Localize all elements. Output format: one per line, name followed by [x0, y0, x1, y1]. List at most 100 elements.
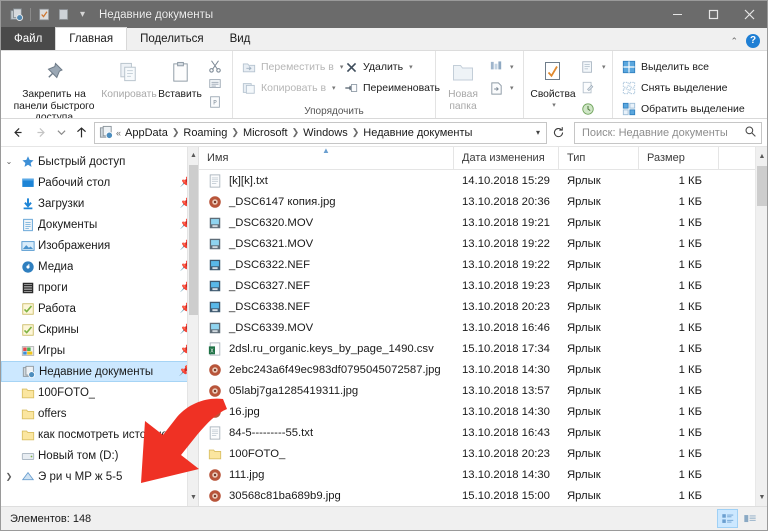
table-row[interactable]: _DSC6320.MOV 13.10.2018 19:21 Ярлык 1 КБ: [199, 212, 767, 233]
back-button[interactable]: [6, 122, 28, 144]
cell-name[interactable]: _DSC6327.NEF: [199, 278, 454, 294]
column-header-date[interactable]: Дата изменения: [454, 147, 559, 169]
sidebar-item-history-folder[interactable]: как посмотреть историю на: [1, 424, 198, 445]
tab-share[interactable]: Поделиться: [127, 27, 217, 50]
cut-button[interactable]: [204, 57, 226, 74]
chevron-down-icon[interactable]: ▼: [188, 489, 198, 506]
breadcrumb-item-windows[interactable]: Windows: [300, 127, 351, 139]
tiles-view-button[interactable]: [739, 509, 760, 528]
column-header-type[interactable]: Тип: [559, 147, 639, 169]
sidebar-item-downloads[interactable]: Загрузки 📌: [1, 193, 198, 214]
pin-to-quick-access-button[interactable]: Закрепить на панели быстрого доступа: [6, 55, 102, 118]
edit-button[interactable]: [577, 78, 607, 98]
sidebar-item-quick-access[interactable]: ⌄ Быстрый доступ: [1, 151, 198, 172]
sidebar-item-pictures[interactable]: Изображения 📌: [1, 235, 198, 256]
column-header-size[interactable]: Размер: [639, 147, 719, 169]
chevron-right-icon[interactable]: ❯: [230, 127, 240, 138]
cell-name[interactable]: 111.jpg: [199, 467, 454, 483]
table-row[interactable]: _DSC6147 копия.jpg 13.10.2018 20:36 Ярлык 1…: [199, 191, 767, 212]
copy-path-button[interactable]: [204, 75, 226, 92]
minimize-button[interactable]: [659, 1, 695, 28]
refresh-button[interactable]: [549, 126, 568, 139]
sidebar-item-new-volume-d[interactable]: Новый том (D:): [1, 445, 198, 466]
cell-name[interactable]: [k][k].txt: [199, 173, 454, 189]
list-scrollbar[interactable]: ▲ ▼: [755, 147, 767, 506]
chevron-right-icon[interactable]: ❯: [1, 472, 17, 481]
column-header-name[interactable]: ▲ Имя: [199, 147, 454, 169]
search-icon[interactable]: [744, 125, 757, 141]
move-to-button[interactable]: Переместить в ▾: [238, 57, 343, 77]
table-row[interactable]: 111.jpg 13.10.2018 14:30 Ярлык 1 КБ: [199, 464, 767, 485]
chevron-down-icon[interactable]: ▼: [756, 488, 767, 506]
cell-name[interactable]: 100FOTO_: [199, 446, 454, 462]
help-icon[interactable]: ?: [746, 34, 760, 48]
forward-button[interactable]: [30, 122, 52, 144]
breadcrumb[interactable]: « AppData ❯ Roaming ❯ Microsoft ❯ Window…: [94, 121, 547, 144]
table-row[interactable]: 84-5---------55.txt 13.10.2018 16:43 Ярлык…: [199, 422, 767, 443]
sidebar-item-rabota[interactable]: Работа 📌: [1, 298, 198, 319]
cell-name[interactable]: _DSC6322.NEF: [199, 257, 454, 273]
table-row[interactable]: _DSC6338.NEF 13.10.2018 20:23 Ярлык 1 КБ: [199, 296, 767, 317]
copy-to-button[interactable]: Копировать в ▾: [238, 78, 336, 98]
table-row[interactable]: _DSC6322.NEF 13.10.2018 19:22 Ярлык 1 КБ: [199, 254, 767, 275]
properties-button[interactable]: Свойства ▾: [529, 55, 577, 111]
tab-view[interactable]: Вид: [217, 27, 264, 50]
sidebar-item-onedrive[interactable]: ❯ Э ри ч MP ж 5-5: [1, 466, 198, 487]
cell-name[interactable]: 30568c81ba689b9.jpg: [199, 488, 454, 504]
cell-name[interactable]: _DSC6338.NEF: [199, 299, 454, 315]
folder-icon[interactable]: [55, 6, 72, 23]
paste-button[interactable]: Вставить: [156, 55, 204, 103]
history-button[interactable]: [577, 99, 607, 118]
chevron-right-icon[interactable]: ❯: [171, 127, 181, 138]
cell-name[interactable]: _DSC6147 копия.jpg: [199, 194, 454, 210]
cell-name[interactable]: 2ebc243a6f49ec983df0795045072587.jpg: [199, 362, 454, 378]
close-button[interactable]: [731, 1, 767, 28]
open-button[interactable]: ▾: [577, 57, 607, 77]
breadcrumb-item-appdata[interactable]: AppData: [122, 127, 171, 139]
tab-file[interactable]: Файл: [1, 27, 56, 50]
table-row[interactable]: _DSC6327.NEF 13.10.2018 19:23 Ярлык 1 КБ: [199, 275, 767, 296]
search-box[interactable]: Поиск: Недавние документы: [574, 121, 762, 144]
table-row[interactable]: 2ebc243a6f49ec983df0795045072587.jpg 13.1…: [199, 359, 767, 380]
easy-access-button[interactable]: ▾: [485, 78, 519, 98]
copy-button[interactable]: Копировать: [101, 55, 157, 103]
up-button[interactable]: [70, 122, 92, 144]
breadcrumb-item-recent-docs[interactable]: Недавние документы: [360, 127, 475, 139]
nav-scrollbar[interactable]: ▲ ▼: [187, 147, 198, 506]
sidebar-item-desktop[interactable]: Рабочий стол 📌: [1, 172, 198, 193]
select-all-button[interactable]: Выделить все: [618, 57, 758, 77]
sidebar-item-screens[interactable]: Скрины 📌: [1, 319, 198, 340]
invert-selection-button[interactable]: Обратить выделение: [618, 99, 758, 118]
table-row[interactable]: _DSC6321.MOV 13.10.2018 19:22 Ярлык 1 КБ: [199, 233, 767, 254]
new-item-button[interactable]: ▾: [485, 57, 519, 77]
table-row[interactable]: 30568c81ba689b9.jpg 15.10.2018 15:00 Ярлык…: [199, 485, 767, 506]
chevron-down-icon[interactable]: ⌄: [1, 157, 17, 166]
cell-name[interactable]: 84-5---------55.txt: [199, 425, 454, 441]
rename-button[interactable]: Переименовать: [340, 78, 440, 98]
maximize-button[interactable]: [695, 1, 731, 28]
sidebar-item-recent-documents[interactable]: Недавние документы 📌: [1, 361, 198, 382]
chevron-right-icon[interactable]: ❯: [351, 127, 361, 138]
tab-home[interactable]: Главная: [55, 27, 128, 50]
cell-name[interactable]: 05labj7ga1285419311.jpg: [199, 383, 454, 399]
recent-locations-button[interactable]: [54, 122, 68, 144]
table-row[interactable]: 16.jpg 13.10.2018 14:30 Ярлык 1 КБ: [199, 401, 767, 422]
new-folder-button[interactable]: Новая папка: [441, 55, 485, 114]
search-input[interactable]: Поиск: Недавние документы: [582, 127, 744, 139]
recent-docs-icon[interactable]: [8, 6, 25, 23]
cell-name[interactable]: X 2dsl.ru_organic.keys_by_page_1490.csv: [199, 341, 454, 357]
chevron-up-icon[interactable]: ⌃: [730, 36, 738, 47]
cell-name[interactable]: _DSC6339.MOV: [199, 320, 454, 336]
details-view-button[interactable]: [717, 509, 738, 528]
sidebar-item-offers[interactable]: offers: [1, 403, 198, 424]
chevron-up-icon[interactable]: ▲: [756, 147, 767, 165]
nav-scroll-thumb[interactable]: [189, 165, 198, 315]
sidebar-item-progi[interactable]: проги 📌: [1, 277, 198, 298]
table-row[interactable]: [k][k].txt 14.10.2018 15:29 Ярлык 1 КБ: [199, 170, 767, 191]
cell-name[interactable]: _DSC6321.MOV: [199, 236, 454, 252]
chevron-right-icon[interactable]: ❯: [291, 127, 301, 138]
customize-chevron-icon[interactable]: ▾: [74, 6, 91, 23]
breadcrumb-item-microsoft[interactable]: Microsoft: [240, 127, 291, 139]
cell-name[interactable]: 16.jpg: [199, 404, 454, 420]
sidebar-item-100foto[interactable]: 100FOTO_: [1, 382, 198, 403]
